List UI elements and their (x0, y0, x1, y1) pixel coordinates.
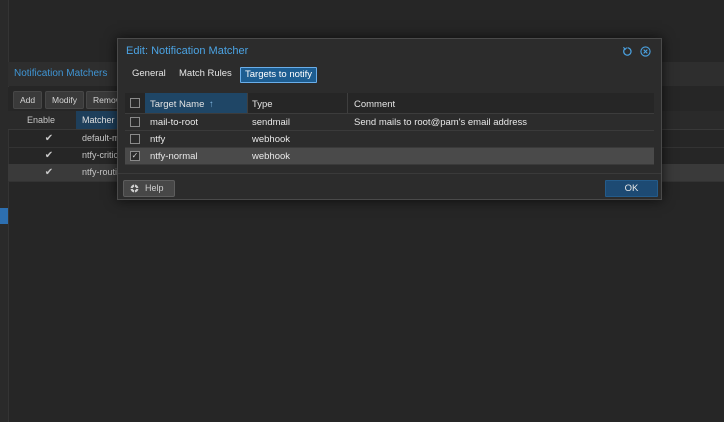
tab-general[interactable]: General (128, 67, 170, 81)
row-checkbox-checked[interactable]: ✓ (130, 151, 140, 161)
column-header-matcher[interactable]: Matcher (82, 115, 115, 125)
dialog-title: Edit: Notification Matcher (126, 45, 249, 57)
table-row[interactable]: ✓ ntfy-normal webhook (125, 148, 654, 165)
reset-icon[interactable] (622, 46, 633, 57)
target-type: webhook (252, 134, 291, 145)
target-name: ntfy (150, 134, 166, 145)
column-header-enable[interactable]: Enable (16, 115, 66, 125)
select-all-checkbox[interactable] (130, 98, 140, 108)
table-row[interactable]: mail-to-root sendmail Send mails to root… (125, 114, 654, 131)
target-name: mail-to-root (150, 117, 199, 128)
target-comment: Send mails to root@pam's email address (354, 117, 528, 128)
close-icon[interactable] (640, 46, 651, 57)
sort-ascending-icon: ↑ (209, 99, 214, 110)
column-separator (247, 93, 248, 113)
matcher-name: ntfy-routi (82, 167, 118, 177)
targets-grid: Target Name ↑ Type Comment mail-to-root … (125, 93, 654, 210)
matcher-name: default-m (82, 133, 120, 143)
tab-targets-to-notify[interactable]: Targets to notify (240, 67, 318, 83)
target-type: webhook (252, 151, 291, 162)
column-header-target-name-label: Target Name (150, 99, 205, 110)
check-icon: ✔ (44, 150, 54, 161)
edit-notification-matcher-dialog: Edit: Notification Matcher General Match… (117, 38, 662, 200)
modify-button[interactable]: Modify (45, 91, 85, 109)
help-label: Help (145, 183, 164, 193)
column-header-target-name[interactable]: Target Name ↑ (150, 99, 214, 110)
row-checkbox[interactable] (130, 134, 140, 144)
column-header-type[interactable]: Type (252, 99, 273, 110)
row-checkbox[interactable] (130, 117, 140, 127)
column-header-comment[interactable]: Comment (354, 99, 395, 110)
check-icon: ✔ (44, 133, 54, 144)
help-button[interactable]: Help (123, 180, 175, 197)
target-name: ntfy-normal (150, 151, 198, 162)
help-icon (130, 184, 139, 193)
sidebar-selection-marker (0, 208, 8, 224)
column-separator (347, 93, 348, 113)
table-row[interactable]: ntfy webhook (125, 131, 654, 148)
target-type: sendmail (252, 117, 291, 128)
tab-match-rules[interactable]: Match Rules (175, 67, 236, 81)
add-button[interactable]: Add (13, 91, 43, 109)
check-icon: ✔ (44, 167, 54, 178)
matcher-name: ntfy-critic (82, 150, 118, 160)
footer-divider (118, 173, 661, 174)
ok-button[interactable]: OK (605, 180, 658, 197)
panel-title: Notification Matchers (14, 68, 108, 79)
